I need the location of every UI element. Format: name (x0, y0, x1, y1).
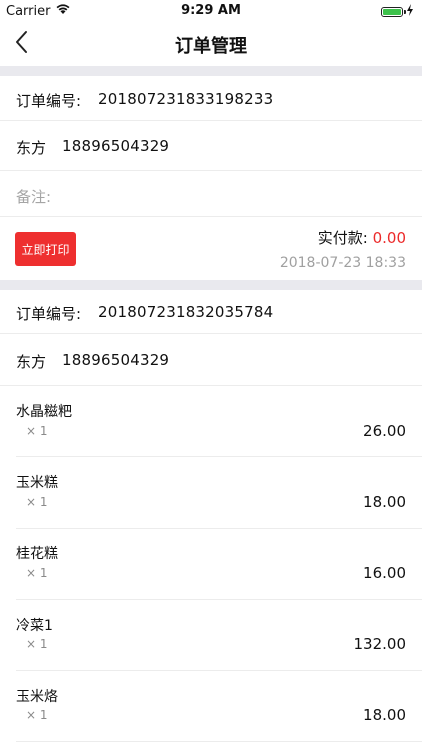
remark-label: 备注: (16, 188, 52, 206)
battery-icon (381, 7, 406, 17)
item-name: 桂花糕 (16, 546, 58, 562)
customer-phone: 18896504329 (62, 351, 170, 369)
page-title: 订单管理 (175, 36, 247, 57)
section-divider (0, 280, 422, 290)
item-price: 18.00 (363, 706, 406, 724)
item-name: 水晶糍粑 (16, 404, 72, 420)
section-divider (0, 66, 422, 76)
paid-amount-group: 实付款: 0.00 (318, 227, 406, 248)
order1-remark-row: 备注: (0, 171, 422, 217)
order1-customer-row: 东方 18896504329 (0, 121, 422, 171)
order-date: 2018-07-23 18:33 (279, 255, 406, 271)
order-number: 201807231832035784 (98, 303, 274, 321)
item-divider (16, 670, 422, 671)
item-price: 132.00 (353, 635, 407, 653)
item-price: 16.00 (363, 564, 406, 582)
item-quantity: × 1 (26, 637, 48, 651)
battery-group (381, 4, 414, 20)
navigation-bar: 订单管理 (0, 22, 422, 66)
item-divider (16, 599, 422, 600)
item-quantity: × 1 (26, 708, 48, 722)
item-divider (16, 456, 422, 457)
paid-amount: 0.00 (372, 229, 406, 247)
customer-name: 东方 (16, 353, 47, 371)
item-quantity: × 1 (26, 495, 48, 509)
order2-number-row: 订单编号: 201807231832035784 (0, 290, 422, 334)
order1-number-row: 订单编号: 201807231833198233 (0, 76, 422, 121)
order2-customer-row: 东方 18896504329 (0, 334, 422, 386)
print-now-button[interactable]: 立即打印 (15, 232, 76, 266)
item-divider (16, 528, 422, 529)
item-name: 冷菜1 (16, 618, 53, 634)
charging-icon (406, 4, 414, 20)
item-price: 18.00 (363, 493, 406, 511)
order-number-label: 订单编号: (16, 92, 82, 110)
customer-phone: 18896504329 (62, 137, 170, 155)
item-name: 玉米烙 (16, 689, 58, 705)
order-number: 201807231833198233 (98, 90, 274, 108)
item-divider (16, 741, 422, 742)
item-name: 玉米糕 (16, 475, 58, 491)
item-price: 26.00 (363, 422, 406, 440)
item-quantity: × 1 (26, 424, 48, 438)
order-number-label: 订单编号: (16, 305, 82, 323)
customer-name: 东方 (16, 139, 47, 157)
status-time: 9:29 AM (181, 3, 241, 18)
status-bar: Carrier 9:29 AM (0, 0, 422, 22)
item-quantity: × 1 (26, 566, 48, 580)
paid-label: 实付款: (317, 229, 368, 247)
